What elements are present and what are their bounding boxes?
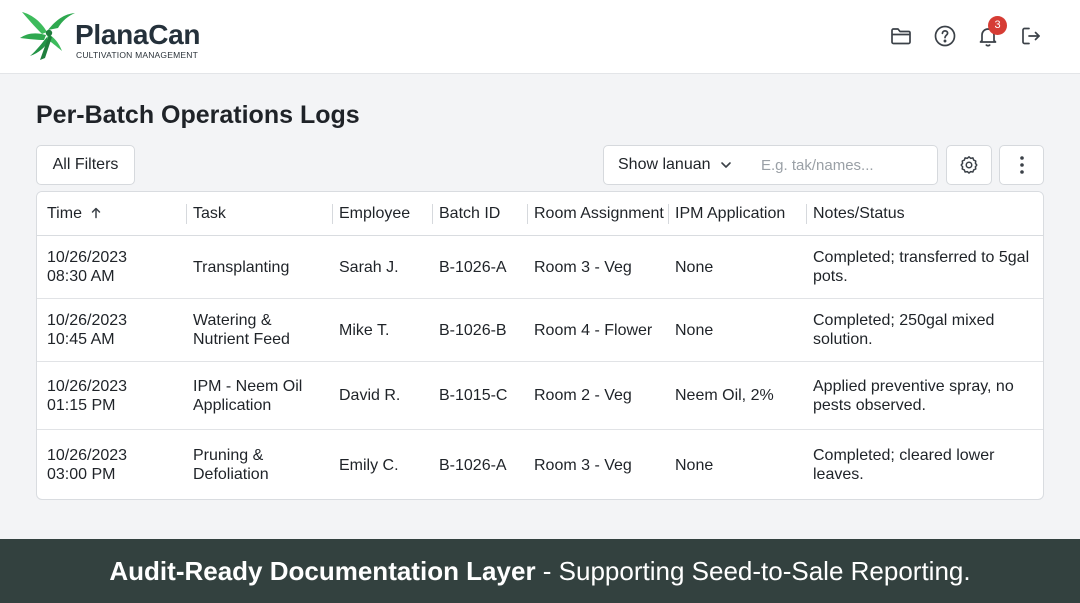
column-divider [432, 204, 433, 224]
cell-room-assignment: Room 4 - Flower [534, 321, 653, 339]
cell-batch-id: B-1026-A [439, 258, 507, 276]
cell-notes-line: leaves. [813, 466, 864, 483]
cell-batch-id: B-1026-A [439, 456, 507, 474]
cell-clock-time: 10:45 AM [47, 331, 115, 348]
cell-task-line: Watering & [193, 312, 272, 329]
page-title: Per-Batch Operations Logs [36, 101, 360, 129]
cell-clock-time: 03:00 PM [47, 466, 116, 483]
cell-task-line: Application [193, 396, 272, 414]
cell-employee: David R. [339, 387, 401, 404]
all-filters-button[interactable]: All Filters [36, 145, 135, 185]
cell-time: 10/26/2023 08:30 AM [47, 236, 127, 298]
cell-employee: Mike T. [339, 321, 390, 339]
show-select-dropdown[interactable]: Show lanuan [603, 145, 748, 185]
cell-notes-line: Completed; cleared lower [813, 447, 995, 464]
more-options-button[interactable] [999, 145, 1044, 185]
cell-date: 10/26/2023 [47, 249, 128, 266]
folder-icon[interactable] [889, 24, 913, 48]
search-input[interactable] [747, 145, 938, 185]
cell-notes-line: Completed; 250gal mixed [813, 312, 995, 329]
column-divider [668, 204, 669, 224]
cell-notes-line: Completed; transferred to 5gal [813, 249, 1030, 266]
table-row[interactable]: 10/26/2023 08:30 AM Transplanting Sarah J… [37, 236, 1043, 299]
cell-task-line: Nutrient Feed [193, 331, 290, 348]
operations-log-table: Time Task Employee Batch ID Room Assignm… [36, 191, 1044, 500]
cell-notes-line: Applied preventive spray, no [813, 377, 1014, 395]
cell-ipm-application: None [675, 456, 714, 474]
cell-clock-time: 01:15 PM [47, 396, 116, 414]
cell-batch-id: B-1026-B [439, 321, 507, 339]
cell-time: 10/26/2023 03:00 PM [47, 430, 128, 499]
table-settings-button[interactable] [946, 145, 992, 185]
cell-room-assignment: Room 2 - Veg [534, 387, 632, 404]
table-row[interactable]: 10/26/2023 01:15 PM IPM - Neem Oil Applica… [37, 362, 1043, 430]
cell-notes-line: solution. [813, 331, 873, 348]
cell-ipm-application: Neem Oil, 2% [675, 387, 774, 404]
column-divider [332, 204, 333, 224]
brand-name: PlanaCan [75, 19, 201, 50]
cell-task-line: Pruning & [193, 447, 264, 464]
cell-date: 10/26/2023 [47, 312, 128, 329]
show-select-label: Show lanuan [618, 156, 711, 173]
column-divider [806, 204, 807, 224]
footer-heading: Audit-Ready Documentation Layer [109, 556, 536, 586]
cell-task-line: Defoliation [193, 466, 269, 483]
column-header-label: Time [47, 205, 82, 222]
column-header-room-assignment[interactable]: Room Assignment [534, 192, 664, 235]
cell-task-line: Transplanting [193, 258, 290, 276]
chevron-down-icon [721, 162, 731, 168]
settings-icon [960, 156, 978, 174]
cell-batch-id: B-1015-C [439, 387, 508, 404]
column-header-batch-id[interactable]: Batch ID [439, 192, 500, 235]
table-header: Time Task Employee Batch ID Room Assignm… [37, 192, 1043, 236]
hummingbird-leaf-icon [20, 12, 75, 60]
brand-tagline: CULTIVATION MANAGEMENT [76, 50, 198, 60]
column-header-notes-status[interactable]: Notes/Status [813, 192, 905, 235]
footer-banner: Audit-Ready Documentation Layer - Suppor… [0, 539, 1080, 603]
cell-room-assignment: Room 3 - Veg [534, 258, 632, 276]
cell-date: 10/26/2023 [47, 377, 128, 395]
cell-notes-line: pots. [813, 268, 848, 285]
cell-task: Watering & Nutrient Feed [193, 299, 290, 361]
cell-task: Pruning & Defoliation [193, 430, 269, 499]
cell-notes-status: Completed; 250gal mixed solution. [813, 299, 994, 361]
more-vertical-icon [1019, 156, 1024, 174]
cell-clock-time: 08:30 AM [47, 268, 115, 285]
notification-badge: 3 [988, 16, 1007, 35]
cell-time: 10/26/2023 10:45 AM [47, 299, 127, 361]
top-bar: PlanaCan CULTIVATION MANAGEMENT 3 [0, 0, 1080, 74]
cell-ipm-application: None [675, 321, 714, 339]
cell-room-assignment: Room 3 - Veg [534, 456, 632, 474]
arrow-up-icon [92, 207, 101, 219]
cell-task-line: IPM - Neem Oil [193, 377, 303, 395]
cell-employee: Sarah J. [339, 258, 399, 276]
column-divider [527, 204, 528, 224]
column-header-task[interactable]: Task [193, 192, 226, 235]
cell-task: IPM - Neem Oil Application [193, 362, 302, 429]
cell-employee: Emily C. [339, 456, 399, 474]
column-header-ipm-application[interactable]: IPM Application [675, 192, 785, 235]
brand-logo[interactable]: PlanaCan CULTIVATION MANAGEMENT [18, 10, 218, 64]
cell-task: Transplanting [193, 236, 289, 298]
cell-notes-status: Completed; transferred to 5gal pots. [813, 236, 1029, 298]
column-divider [186, 204, 187, 224]
table-row[interactable]: 10/26/2023 10:45 AM Watering & Nutrient Fe… [37, 299, 1043, 362]
column-header-employee[interactable]: Employee [339, 192, 410, 235]
cell-notes-line: pests observed. [813, 396, 926, 414]
footer-subheading: - Supporting Seed-to-Sale Reporting. [535, 556, 971, 586]
cell-date: 10/26/2023 [47, 447, 128, 464]
cell-time: 10/26/2023 01:15 PM [47, 362, 127, 429]
cell-notes-status: Completed; cleared lower leaves. [813, 430, 995, 499]
help-circle-icon[interactable] [933, 24, 957, 48]
logout-icon[interactable] [1019, 24, 1043, 48]
cell-notes-status: Applied preventive spray, no pests observ… [813, 362, 1014, 429]
column-header-time[interactable]: Time [47, 192, 102, 235]
table-row[interactable]: 10/26/2023 03:00 PM Pruning & Defoliation … [37, 430, 1043, 499]
cell-ipm-application: None [675, 258, 714, 276]
